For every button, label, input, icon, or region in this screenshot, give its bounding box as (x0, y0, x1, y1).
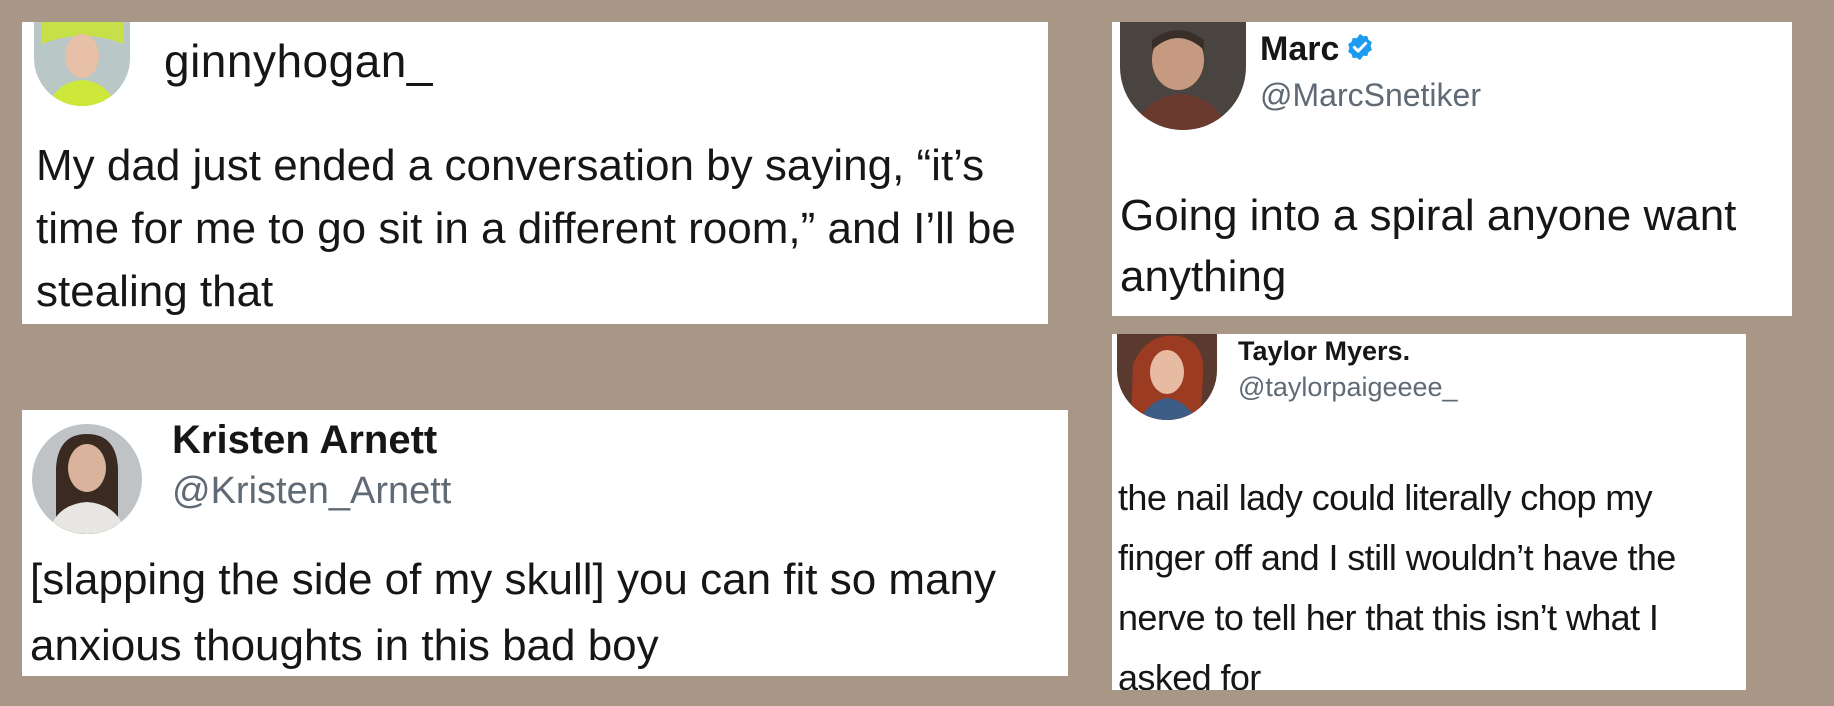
tweet-card-marc[interactable]: Marc @MarcSnetiker Going into a spiral a… (1112, 22, 1792, 316)
verified-badge-icon (1345, 32, 1375, 71)
user-avatar-icon[interactable] (32, 424, 142, 534)
avatar-photo-marc (1120, 22, 1246, 130)
avatar-photo-taylor-myers (1117, 334, 1217, 420)
tweet-card-taylor-myers[interactable]: Taylor Myers. @taylorpaigeeee_ the nail … (1112, 334, 1746, 690)
tweet-card-ginnyhogan[interactable]: ginnyhogan_ My dad just ended a conversa… (22, 22, 1048, 324)
user-handle[interactable]: @MarcSnetiker (1260, 77, 1481, 114)
user-handle[interactable]: @Kristen_Arnett (172, 470, 451, 513)
tweet-text: [slapping the side of my skull] you can … (30, 555, 997, 670)
avatar-photo-ginnyhogan (34, 22, 130, 106)
tweet-text: My dad just ended a conversation by sayi… (36, 141, 1016, 316)
display-name[interactable]: Marc (1260, 30, 1375, 71)
display-name-text: Marc (1260, 30, 1340, 68)
tweet-text: Going into a spiral anyone want anything (1120, 191, 1737, 301)
user-handle[interactable]: @taylorpaigeeee_ (1238, 372, 1458, 403)
user-avatar-icon[interactable] (1117, 334, 1217, 420)
user-avatar-icon[interactable] (1120, 22, 1246, 130)
user-avatar-icon[interactable] (34, 22, 130, 106)
tweet-card-kristen-arnett[interactable]: Kristen Arnett @Kristen_Arnett [slapping… (22, 410, 1068, 676)
display-name[interactable]: Taylor Myers. (1238, 336, 1410, 367)
tweet-text: the nail lady could literally chop my fi… (1118, 477, 1676, 690)
display-name[interactable]: ginnyhogan_ (164, 34, 433, 88)
avatar-photo-kristen-arnett (32, 424, 142, 534)
display-name[interactable]: Kristen Arnett (172, 418, 437, 463)
